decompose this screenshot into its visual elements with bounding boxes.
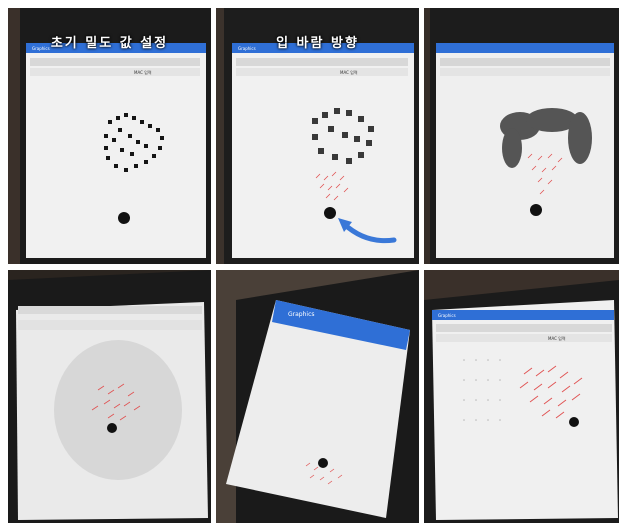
caption-2: 입 바람 방향 <box>276 36 359 51</box>
app-title-6: Graphics <box>438 313 456 318</box>
dot-1 <box>118 212 130 224</box>
tablet-photo-3 <box>424 8 619 264</box>
photo-panel-4 <box>8 270 211 523</box>
tablet-photo-6: Graphics MAC 입력 <box>424 270 619 523</box>
dot-5 <box>318 458 328 468</box>
dot-2 <box>324 207 336 219</box>
photo-panel-5: Graphics <box>216 270 419 523</box>
caption-1: 초기 밀도 값 설정 <box>50 36 169 51</box>
dot-3 <box>530 204 542 216</box>
mac-label-6: MAC 입력 <box>548 335 566 341</box>
photo-collage: Graphics MAC 입력 초기 밀도 값 설정 Graphics MAC … <box>0 0 627 531</box>
app-title-5: Graphics <box>288 311 315 318</box>
photo-panel-6: Graphics MAC 입력 <box>424 270 619 523</box>
photo-panel-3 <box>424 8 619 264</box>
fog-4 <box>54 340 182 480</box>
tablet-photo-4 <box>8 270 211 523</box>
dot-6 <box>569 417 579 427</box>
dot-4 <box>107 423 117 433</box>
photo-panel-1: Graphics MAC 입력 초기 밀도 값 설정 <box>8 8 211 264</box>
tablet-photo-5: Graphics <box>216 270 419 523</box>
photo-panel-2: Graphics MAC 입력 입 바람 방향 <box>216 8 419 264</box>
mac-label-1: MAC 입력 <box>134 69 152 75</box>
mac-label-2: MAC 입력 <box>340 69 358 75</box>
